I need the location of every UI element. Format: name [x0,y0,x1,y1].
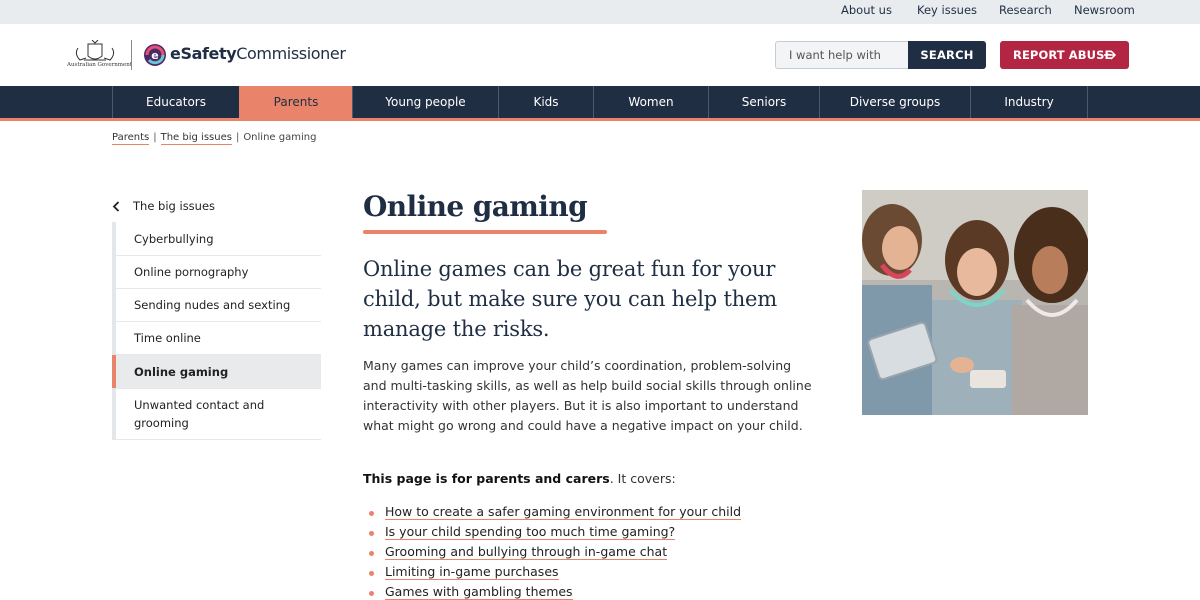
page-contents-list: How to create a safer gaming environment… [363,504,813,600]
toc-link-gambling-themes[interactable]: Games with gambling themes [385,584,573,600]
site-logo-text[interactable]: eSafetyCommissioner [170,44,346,63]
bullet-icon [369,591,374,596]
breadcrumb-link-parents[interactable]: Parents [112,132,150,145]
breadcrumb-separator: | [235,132,240,143]
nav-item-diverse-groups[interactable]: Diverse groups [819,86,970,118]
bullet-icon [369,551,374,556]
nav-accent-border [0,118,1200,121]
nav-item-label: Kids [533,95,559,109]
covers-rest-text: . It covers: [609,471,676,486]
utility-link-research[interactable]: Research [999,3,1052,17]
nav-item-label: Women [628,95,674,109]
toc-link-in-game-purchases[interactable]: Limiting in-game purchases [385,564,559,580]
sidenav-item-unwanted-contact-and-grooming[interactable]: Unwanted contact and grooming [116,389,321,440]
utility-link-key-issues[interactable]: Key issues [917,3,977,17]
toc-link-grooming-bullying[interactable]: Grooming and bullying through in-game ch… [385,544,668,560]
bullet-icon [369,511,374,516]
covers-bold-text: This page is for parents and carers [363,471,610,486]
esafety-logo-icon[interactable]: e [143,43,167,67]
intro-text: Online games can be great fun for your c… [363,257,777,341]
sidenav-item-label: Online gaming [134,364,229,379]
nav-item-women[interactable]: Women [593,86,708,118]
logo-text-regular: Commissioner [236,44,346,63]
covers-text: This page is for parents and carers. It … [363,471,813,486]
nav-item-educators[interactable]: Educators [112,86,239,118]
nav-item-industry[interactable]: Industry [970,86,1087,118]
search-box [775,41,909,69]
chevron-left-icon [112,201,120,212]
arrow-right-icon [1104,50,1117,60]
svg-text:e: e [151,49,158,62]
girls-gaming-photo [862,190,1088,415]
page-title: Online gaming [363,190,588,223]
sidenav-item-online-gaming[interactable]: Online gaming [112,355,321,389]
nav-divider [1087,86,1088,118]
toc-link-safer-gaming[interactable]: How to create a safer gaming environment… [385,504,741,520]
utility-link-newsroom[interactable]: Newsroom [1074,3,1135,17]
main-nav: Educators Parents Young people Kids Wome… [0,86,1200,118]
nav-item-label: Industry [1004,95,1054,109]
australian-government-text: Australian Government [67,62,133,68]
sidenav-item-cyberbullying[interactable]: Cyberbullying [116,222,321,256]
utility-bar: About us Key issues Research Newsroom [0,0,1200,24]
body-paragraph: Many games can improve your child’s coor… [363,358,812,433]
title-underline [363,230,607,234]
nav-item-young-people[interactable]: Young people [352,86,498,118]
report-abuse-label: REPORT ABUSE [1013,48,1113,62]
sidenav-item-sending-nudes-and-sexting[interactable]: Sending nudes and sexting [116,289,321,322]
bullet-icon [369,571,374,576]
site-header: Australian Government e eSafetyCommissio… [0,24,1200,86]
sidenav-item-online-pornography[interactable]: Online pornography [116,256,321,289]
hero-image [862,190,1088,415]
nav-item-parents[interactable]: Parents [239,86,352,118]
nav-item-label: Parents [273,95,319,109]
breadcrumb-separator: | [153,132,157,143]
nav-item-label: Educators [146,95,206,109]
logo-divider [131,40,132,70]
search-button[interactable]: SEARCH [908,41,986,69]
toc-link-too-much-time[interactable]: Is your child spending too much time gam… [385,524,676,540]
sidenav-item-time-online[interactable]: Time online [116,322,321,355]
sidenav-item-label: Online pornography [134,265,249,279]
sidenav-item-label: Unwanted contact and grooming [134,398,265,430]
breadcrumb: Parents | The big issues | Online gaming [112,132,317,145]
bullet-icon [369,531,374,536]
search-input[interactable] [776,42,909,68]
list-item: Limiting in-game purchases [363,564,813,584]
nav-item-label: Diverse groups [849,95,941,109]
list-item: Games with gambling themes [363,584,813,600]
sidenav-item-label: Sending nudes and sexting [134,298,291,312]
sidenav-list: Cyberbullying Online pornography Sending… [112,222,321,440]
sidenav-back-link[interactable]: The big issues [112,190,321,222]
sidenav-item-label: Time online [134,331,201,345]
nav-item-kids[interactable]: Kids [498,86,593,118]
nav-item-label: Young people [385,95,466,109]
list-item: Is your child spending too much time gam… [363,524,813,544]
list-item: How to create a safer gaming environment… [363,504,813,524]
breadcrumb-current: Online gaming [243,132,317,143]
sidenav-item-label: Cyberbullying [134,231,214,246]
logo-text-bold: eSafety [170,44,237,63]
sidenav-back-label: The big issues [133,199,216,213]
nav-item-seniors[interactable]: Seniors [708,86,819,118]
nav-item-label: Seniors [741,95,787,109]
list-item: Grooming and bullying through in-game ch… [363,544,813,564]
report-abuse-button[interactable]: REPORT ABUSE [1000,41,1129,69]
breadcrumb-link-big-issues[interactable]: The big issues [160,132,232,145]
utility-link-about-us[interactable]: About us [841,3,892,17]
